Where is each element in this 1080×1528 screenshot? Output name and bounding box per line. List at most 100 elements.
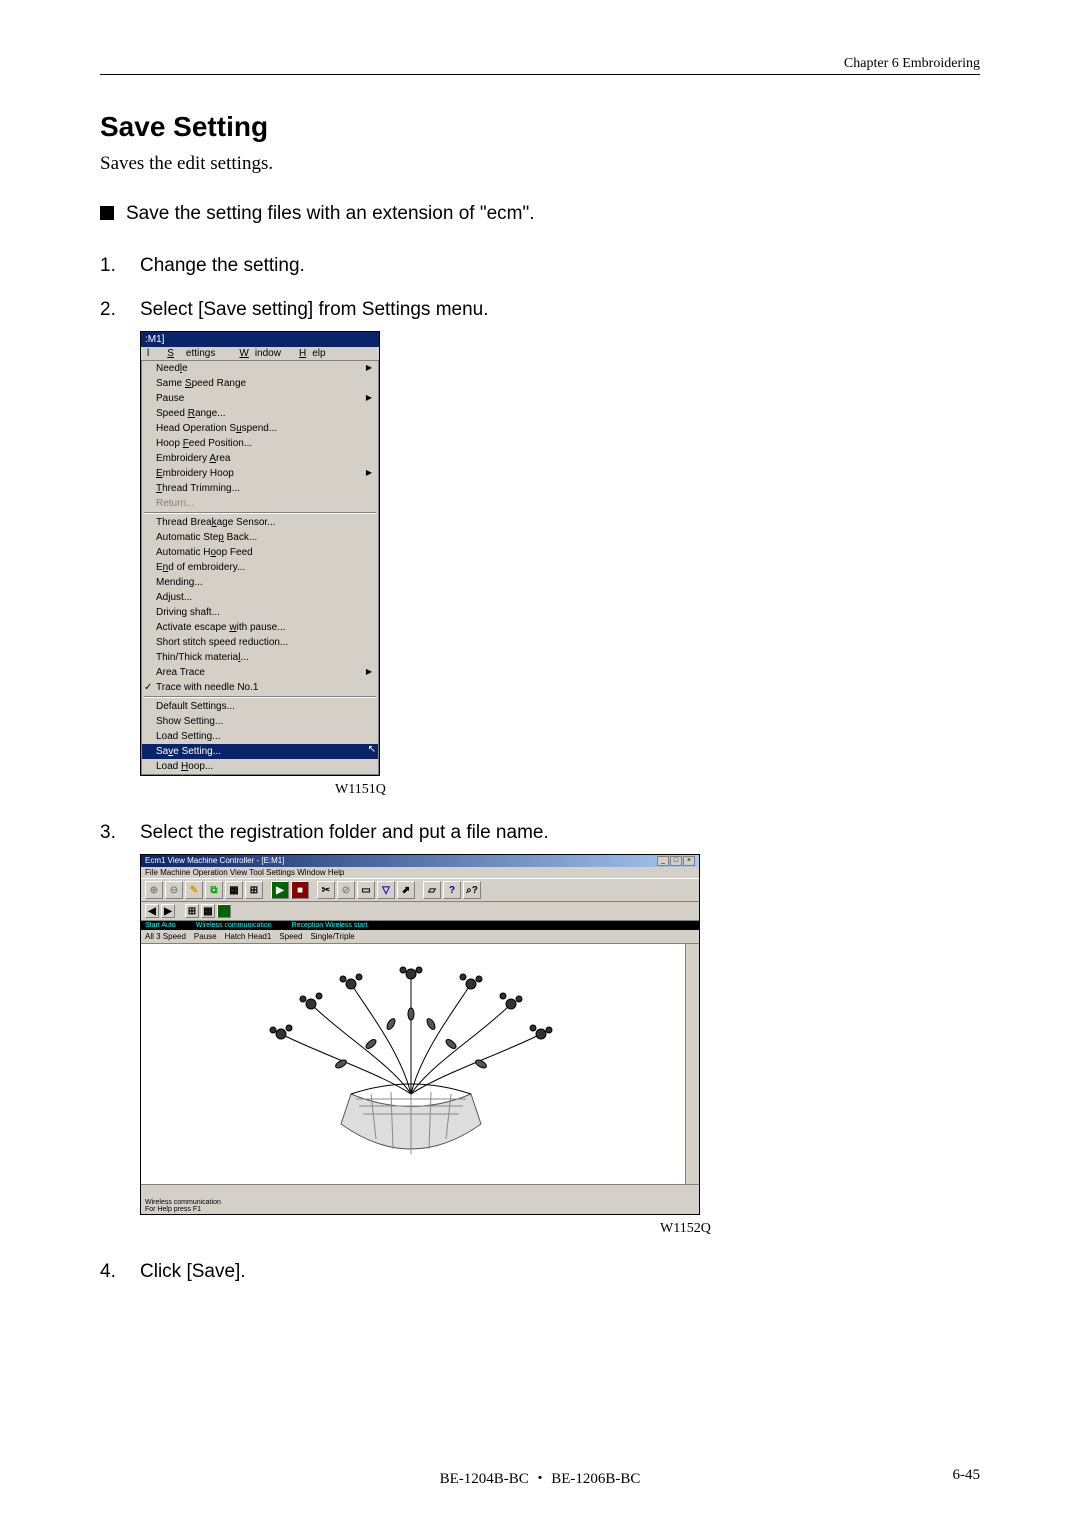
settings-dropdown: Needle▶ Same Speed Range Pause▶ Speed Ra… <box>141 361 379 775</box>
nav-button[interactable]: ▶ <box>161 904 175 918</box>
tool-button[interactable]: ⧉ <box>205 881 223 899</box>
tab-hatch[interactable]: Hatch Head1 <box>225 932 272 941</box>
menu-item-pause[interactable]: Pause▶ <box>142 391 378 406</box>
statusbar-left: Wireless communication For Help press F1 <box>145 1199 221 1213</box>
menu-item-activate[interactable]: Activate escape with pause... <box>142 620 378 635</box>
app-statusbar: Wireless communication For Help press F1 <box>141 1198 699 1214</box>
menu-item-needle[interactable]: Needle▶ <box>142 361 378 376</box>
menu-item-save-set[interactable]: Save Setting...↖ <box>142 744 378 759</box>
embroidery-design-icon <box>141 944 686 1184</box>
tab-item[interactable]: All 3 Speed <box>145 932 186 941</box>
menu-item-area-trace[interactable]: Area Trace▶ <box>142 665 378 680</box>
tool-button[interactable]: ▦ <box>225 881 243 899</box>
tab-single[interactable]: Single/Triple <box>310 932 354 941</box>
submenu-arrow-icon: ▶ <box>366 667 372 677</box>
nav-button[interactable]: ◀ <box>145 904 159 918</box>
cursor-icon: ↖ <box>368 743 376 756</box>
menu-prefix: l <box>141 348 155 359</box>
menu-item-auto-step[interactable]: Automatic Step Back... <box>142 530 378 545</box>
tool-small-button[interactable]: ⊞ <box>185 904 199 918</box>
section-title: Save Setting <box>100 111 980 143</box>
app-canvas <box>141 944 699 1184</box>
step-3: 3. Select the registration folder and pu… <box>100 822 980 844</box>
help-button[interactable]: ? <box>443 881 461 899</box>
zoom-out-button[interactable]: ⊖ <box>165 881 183 899</box>
cut-button[interactable]: ✂ <box>317 881 335 899</box>
tool-small-button[interactable] <box>217 904 231 918</box>
step-2: 2. Select [Save setting] from Settings m… <box>100 299 980 321</box>
figure-1-label: W1151Q <box>335 782 980 798</box>
tool-button[interactable]: ▭ <box>357 881 375 899</box>
note-row: Save the setting files with an extension… <box>100 203 980 225</box>
bullet-square-icon <box>100 206 114 220</box>
horizontal-scrollbar[interactable] <box>141 1184 699 1198</box>
menubar-help[interactable]: Help <box>287 348 332 359</box>
app-title-text: Ecm1 View Machine Controller - [E:M1] <box>145 856 284 866</box>
maximize-button[interactable]: □ <box>670 856 682 866</box>
menu-item-speed-range[interactable]: Speed Range... <box>142 406 378 421</box>
menu-item-thin-thick[interactable]: Thin/Thick material... <box>142 650 378 665</box>
submenu-arrow-icon: ▶ <box>366 393 372 403</box>
menu-item-load-hoop[interactable]: Load Hoop... <box>142 759 378 774</box>
app-titlebar: Ecm1 View Machine Controller - [E:M1] _ … <box>141 855 699 867</box>
tool-button[interactable]: ⊘ <box>337 881 355 899</box>
menu-item-mending[interactable]: Mending... <box>142 575 378 590</box>
close-button[interactable]: × <box>683 856 695 866</box>
tab-pause[interactable]: Pause <box>194 932 217 941</box>
tool-small-button[interactable]: ▦ <box>201 904 215 918</box>
step-4-number: 4. <box>100 1261 122 1283</box>
play-button[interactable]: ▶ <box>271 881 289 899</box>
footer-center: BE-1204B-BC ・ BE-1206B-BC <box>440 1467 641 1488</box>
menu-separator <box>144 696 376 698</box>
tool-button[interactable]: ⊞ <box>245 881 263 899</box>
submenu-arrow-icon: ▶ <box>366 363 372 373</box>
step-2-text: Select [Save setting] from Settings menu… <box>140 299 489 321</box>
menu-item-adjust[interactable]: Adjust... <box>142 590 378 605</box>
menu-item-auto-hoop[interactable]: Automatic Hoop Feed <box>142 545 378 560</box>
step-4-text: Click [Save]. <box>140 1261 246 1283</box>
status-left: Start Auto <box>145 922 176 929</box>
menu-item-hoop-feed[interactable]: Hoop Feed Position... <box>142 436 378 451</box>
footer-page-number: 6-45 <box>953 1467 981 1484</box>
settings-menu-screenshot: :M1] l Settings Window Help Needle▶ Same… <box>140 331 380 776</box>
menu-item-return: Return... <box>142 496 378 511</box>
menu-item-same-speed[interactable]: Same Speed Range <box>142 376 378 391</box>
chapter-label: Chapter 6 Embroidering <box>100 56 980 72</box>
menu-item-driving[interactable]: Driving shaft... <box>142 605 378 620</box>
tab-speed[interactable]: Speed <box>279 932 302 941</box>
menu-item-emb-area[interactable]: Embroidery Area <box>142 451 378 466</box>
step-1-text: Change the setting. <box>140 255 305 277</box>
tool-button[interactable]: ✎ <box>185 881 203 899</box>
step-1: 1. Change the setting. <box>100 255 980 277</box>
window-controls: _ □ × <box>657 856 695 866</box>
context-help-button[interactable]: ⌕? <box>463 881 481 899</box>
menubar-settings[interactable]: Settings <box>155 348 227 359</box>
menu-item-trace-needle[interactable]: ✓Trace with needle No.1 <box>142 680 378 695</box>
menu-item-show-set[interactable]: Show Setting... <box>142 714 378 729</box>
menu-item-short-stitch[interactable]: Short stitch speed reduction... <box>142 635 378 650</box>
menu-item-load-set[interactable]: Load Setting... <box>142 729 378 744</box>
section-description: Saves the edit settings. <box>100 153 980 175</box>
step-2-number: 2. <box>100 299 122 321</box>
figure-1: :M1] l Settings Window Help Needle▶ Same… <box>140 331 980 798</box>
menu-item-thread-break[interactable]: Thread Breakage Sensor... <box>142 515 378 530</box>
tool-button[interactable]: ▽ <box>377 881 395 899</box>
status-mid: Wireless communication <box>196 922 272 929</box>
menu-item-end-emb[interactable]: End of embroidery... <box>142 560 378 575</box>
menu-separator <box>144 512 376 514</box>
vertical-scrollbar[interactable] <box>685 944 699 1184</box>
minimize-button[interactable]: _ <box>657 856 669 866</box>
zoom-in-button[interactable]: ⊕ <box>145 881 163 899</box>
tool-button[interactable]: ▱ <box>423 881 441 899</box>
stop-button[interactable]: ■ <box>291 881 309 899</box>
step-1-number: 1. <box>100 255 122 277</box>
step-4: 4. Click [Save]. <box>100 1261 980 1283</box>
app-menubar[interactable]: File Machine Operation View Tool Setting… <box>141 867 699 878</box>
menu-item-thread-trim[interactable]: Thread Trimming... <box>142 481 378 496</box>
app-window-screenshot: Ecm1 View Machine Controller - [E:M1] _ … <box>140 854 700 1215</box>
menu-item-head-op[interactable]: Head Operation Suspend... <box>142 421 378 436</box>
menu-item-default-set[interactable]: Default Settings... <box>142 699 378 714</box>
menu-item-emb-hoop[interactable]: Embroidery Hoop▶ <box>142 466 378 481</box>
menubar-window[interactable]: Window <box>227 348 287 359</box>
tool-button[interactable]: ⬈ <box>397 881 415 899</box>
